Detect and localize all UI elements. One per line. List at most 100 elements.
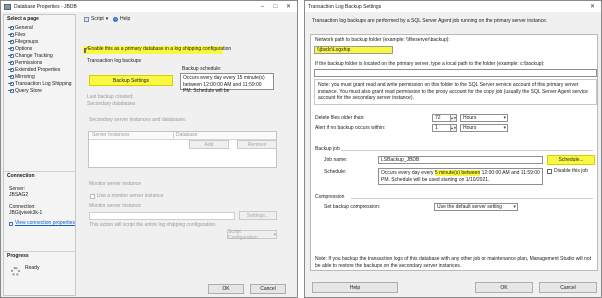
sidebar-item-label[interactable]: Change Tracking bbox=[15, 53, 53, 59]
add-button[interactable]: Add bbox=[189, 140, 229, 149]
help-button[interactable]: ? Help bbox=[113, 16, 130, 23]
divider bbox=[341, 150, 593, 151]
script-icon bbox=[84, 17, 89, 23]
use-monitor-label[interactable]: Use a monitor server instance bbox=[97, 193, 163, 200]
secondary-grid[interactable]: Server Instances Database bbox=[88, 131, 277, 168]
sidebar-item-label[interactable]: General bbox=[15, 25, 33, 31]
alert-value-spinner[interactable]: 1 ▲▼ bbox=[432, 124, 457, 132]
grid-header-database: Database bbox=[176, 132, 198, 138]
intro-text: Transaction log backups are performed by… bbox=[312, 18, 548, 24]
maximize-icon[interactable]: □ bbox=[269, 1, 282, 12]
schedule-label: Schedule: bbox=[324, 169, 347, 175]
backup-schedule-label: Backup schedule: bbox=[182, 66, 222, 72]
chevron-down-icon: ▾ bbox=[273, 231, 276, 238]
sidebar-item-label[interactable]: Mirroring bbox=[15, 74, 35, 80]
spinner-arrows-icon[interactable]: ▲▼ bbox=[450, 115, 456, 121]
script-label[interactable]: Script bbox=[91, 16, 104, 23]
sidebar-item-label[interactable]: Files bbox=[15, 32, 26, 38]
sidebar-item-general[interactable]: General bbox=[8, 25, 33, 31]
backup-job-heading: Backup job bbox=[315, 146, 340, 152]
compression-value[interactable]: Use the default server setting bbox=[437, 204, 502, 211]
primary-database-label[interactable]: Enable this as a primary database in a l… bbox=[88, 47, 231, 53]
use-monitor-checkbox[interactable] bbox=[90, 194, 95, 200]
primary-database-checkbox[interactable] bbox=[84, 47, 89, 53]
sidebar-item-label[interactable]: Transaction Log Shipping bbox=[15, 81, 72, 87]
network-path-field[interactable]: \\jbsdc\Logship bbox=[314, 46, 393, 54]
sidebar-item-extended-properties[interactable]: Extended Properties bbox=[8, 67, 60, 73]
sidebar-item-filegroups[interactable]: Filegroups bbox=[8, 39, 38, 45]
sidebar-item-options[interactable]: Options bbox=[8, 46, 32, 52]
permission-note: Note: you must grant read and write perm… bbox=[314, 79, 597, 105]
cancel-button[interactable]: Cancel bbox=[539, 282, 597, 293]
job-name-label: Job name: bbox=[324, 157, 348, 163]
disable-job-checkbox[interactable] bbox=[547, 169, 552, 175]
backup-schedule-field: Occurs every day every 15 minute(s) betw… bbox=[180, 73, 274, 94]
sidebar-item-files[interactable]: Files bbox=[8, 32, 26, 38]
backup-settings-button[interactable]: Backup Settings bbox=[89, 75, 173, 86]
delete-unit-select[interactable]: Hours ▾ bbox=[460, 114, 508, 122]
network-path-label: Network path to backup folder (example: … bbox=[315, 37, 450, 43]
delete-value[interactable]: 72 bbox=[435, 115, 441, 122]
disable-job-option[interactable]: Disable this job bbox=[547, 168, 588, 175]
job-name-field[interactable]: LSBackup_JBDB bbox=[378, 156, 543, 164]
close-icon[interactable]: ✕ bbox=[586, 1, 599, 12]
monitor-instance-field[interactable] bbox=[89, 212, 235, 220]
sidebar-item-label[interactable]: Filegroups bbox=[15, 39, 38, 45]
secondary-list-label: Secondary server instances and databases… bbox=[89, 117, 187, 123]
progress-heading: Progress bbox=[7, 253, 29, 259]
view-connection-link-text[interactable]: View connection properties bbox=[15, 220, 75, 227]
sidebar-item-permissions[interactable]: Permissions bbox=[8, 60, 42, 66]
wrench-icon bbox=[8, 40, 14, 44]
schedule-button[interactable]: Schedule... bbox=[547, 155, 595, 165]
help-label[interactable]: Help bbox=[120, 16, 130, 23]
local-path-field[interactable] bbox=[314, 69, 597, 77]
network-path-value[interactable]: \\jbsdc\Logship bbox=[317, 47, 350, 54]
sidebar-item-label[interactable]: Options bbox=[15, 46, 32, 52]
script-button[interactable]: Script ▾ bbox=[84, 16, 109, 23]
ok-button[interactable]: OK bbox=[208, 284, 244, 294]
local-path-label: If the backup folder is located on the p… bbox=[315, 61, 545, 67]
wrench-icon bbox=[8, 33, 14, 37]
alert-value[interactable]: 1 bbox=[435, 125, 438, 132]
sidebar-item-change-tracking[interactable]: Change Tracking bbox=[8, 53, 53, 59]
sidebar-item-label[interactable]: Extended Properties bbox=[15, 67, 60, 73]
cancel-button[interactable]: Cancel bbox=[250, 284, 286, 294]
grid-header-row: Server Instances Database bbox=[89, 132, 276, 140]
primary-database-option[interactable]: Enable this as a primary database in a l… bbox=[83, 46, 231, 54]
progress-status: Ready bbox=[25, 265, 40, 271]
grid-column-divider bbox=[173, 132, 174, 140]
ok-button[interactable]: OK bbox=[475, 282, 533, 293]
sidebar-item-query-store[interactable]: Query Store bbox=[8, 88, 42, 94]
remove-button[interactable]: Remove bbox=[237, 140, 277, 149]
schedule-text-highlight: 5 minute(s) between bbox=[434, 170, 481, 176]
delete-unit-value[interactable]: Hours bbox=[463, 115, 476, 122]
job-name-value[interactable]: LSBackup_JBDB bbox=[381, 157, 419, 164]
delete-value-spinner[interactable]: 72 ▲▼ bbox=[432, 114, 457, 122]
disable-job-label[interactable]: Disable this job bbox=[554, 168, 588, 175]
chevron-down-icon: ▾ bbox=[105, 16, 109, 22]
compression-select[interactable]: Use the default server setting ▾ bbox=[434, 203, 518, 211]
minimize-icon[interactable]: – bbox=[256, 1, 269, 12]
monitor-settings-button[interactable]: Settings... bbox=[239, 211, 277, 220]
script-configuration-button[interactable]: Script Configuration ▾ bbox=[227, 229, 277, 241]
progress-spinner-icon bbox=[11, 267, 20, 276]
close-icon[interactable]: ✕ bbox=[282, 1, 295, 12]
help-icon: ? bbox=[113, 17, 118, 23]
alert-label: Alert if no backup occurs within: bbox=[315, 125, 386, 131]
view-connection-link[interactable]: View connection properties bbox=[9, 220, 75, 227]
script-configuration-label[interactable]: Script Configuration bbox=[228, 229, 271, 241]
alert-unit-select[interactable]: Hours ▾ bbox=[460, 124, 508, 132]
compression-heading: Compression bbox=[315, 194, 345, 200]
grid-header-server: Server Instances bbox=[92, 132, 130, 138]
spinner-arrows-icon[interactable]: ▲▼ bbox=[450, 125, 456, 131]
schedule-description-text: Occurs every day every 5 minute(s) betwe… bbox=[381, 170, 540, 184]
help-button[interactable]: Help bbox=[312, 282, 398, 293]
sidebar-item-transaction-log-shipping[interactable]: Transaction Log Shipping bbox=[8, 81, 72, 87]
alert-unit-value[interactable]: Hours bbox=[463, 125, 476, 132]
sidebar-item-label[interactable]: Permissions bbox=[15, 60, 42, 66]
footer-note: Note: If you backup the transaction logs… bbox=[314, 256, 597, 269]
sidebar-item-label[interactable]: Query Store bbox=[15, 88, 42, 94]
wrench-icon bbox=[8, 75, 14, 79]
use-monitor-option[interactable]: Use a monitor server instance bbox=[90, 193, 163, 200]
sidebar-item-mirroring[interactable]: Mirroring bbox=[8, 74, 35, 80]
